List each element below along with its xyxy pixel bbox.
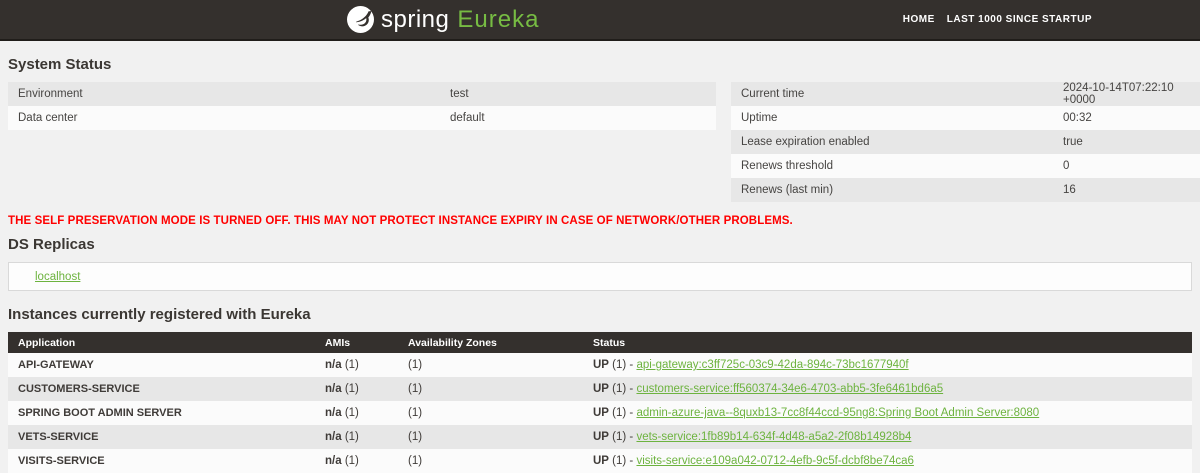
status-cell: UP (1) - api-gateway:c3ff725c-03c9-42da-… (593, 359, 909, 371)
table-row: Current time 2024-10-14T07:22:10 +0000 (731, 82, 1200, 106)
status-cell: UP (1) - visits-service:e109a042-0712-4e… (593, 455, 914, 467)
zones-cell: (1) (408, 383, 423, 395)
table-row: CUSTOMERS-SERVICE n/a (1) (1) UP (1) - c… (8, 377, 1192, 401)
amis-cell: n/a (1) (325, 455, 359, 467)
application-cell: API-GATEWAY (18, 359, 94, 371)
status-cell: UP (1) - vets-service:1fb89b14-634f-4d48… (593, 431, 912, 443)
table-row: VISITS-SERVICE n/a (1) (1) UP (1) - visi… (8, 449, 1192, 473)
row-label: Renews threshold (741, 160, 834, 172)
top-nav: HOME LAST 1000 SINCE STARTUP (903, 0, 1092, 39)
instance-link[interactable]: vets-service:1fb89b14-634f-4d48-a5a2-2f0… (636, 431, 911, 443)
table-row: SPRING BOOT ADMIN SERVER n/a (1) (1) UP … (8, 401, 1192, 425)
instance-link[interactable]: api-gateway:c3ff725c-03c9-42da-894c-73bc… (636, 359, 908, 371)
table-row: Environment test (8, 82, 716, 106)
row-label: Data center (18, 112, 78, 124)
ds-replicas-panel: localhost (8, 262, 1192, 291)
row-value: 2024-10-14T07:22:10 +0000 (1063, 82, 1174, 106)
brand: spring Eureka (347, 0, 539, 39)
zones-cell: (1) (408, 455, 423, 467)
amis-cell: n/a (1) (325, 359, 359, 371)
application-cell: SPRING BOOT ADMIN SERVER (18, 407, 182, 419)
zones-cell: (1) (408, 359, 423, 371)
row-label: Renews (last min) (741, 184, 834, 196)
table-row: Data center default (8, 106, 716, 130)
instance-link[interactable]: customers-service:ff560374-34e6-4703-abb… (636, 383, 943, 395)
table-row: API-GATEWAY n/a (1) (1) UP (1) - api-gat… (8, 353, 1192, 377)
table-row: Lease expiration enabled true (731, 130, 1200, 154)
row-value: true (1063, 136, 1083, 148)
brand-eureka-text: Eureka (457, 5, 540, 33)
row-value: test (450, 88, 469, 100)
application-cell: CUSTOMERS-SERVICE (18, 383, 140, 395)
zones-cell: (1) (408, 431, 423, 443)
environment-table: Environment test Data center default (8, 82, 716, 130)
nav-home-link[interactable]: HOME (903, 14, 935, 25)
status-cell: UP (1) - customers-service:ff560374-34e6… (593, 383, 944, 395)
instance-link[interactable]: visits-service:e109a042-0712-4efb-9c5f-d… (636, 455, 913, 467)
row-value: 16 (1063, 184, 1076, 196)
application-cell: VISITS-SERVICE (18, 455, 105, 467)
spring-logo-icon (347, 6, 374, 33)
system-status-section: Environment test Data center default Cur… (8, 82, 1200, 202)
status-cell: UP (1) - admin-azure-java--8quxb13-7cc8f… (593, 407, 1040, 419)
instance-link[interactable]: admin-azure-java--8quxb13-7cc8f44ccd-95n… (636, 407, 1039, 419)
col-header-application: Application (18, 336, 76, 349)
replica-link[interactable]: localhost (35, 271, 80, 283)
application-cell: VETS-SERVICE (18, 431, 99, 443)
ds-replicas-title: DS Replicas (8, 236, 95, 253)
brand-spring-text: spring (381, 5, 450, 33)
amis-cell: n/a (1) (325, 407, 359, 419)
row-value: 0 (1063, 160, 1070, 172)
table-row: Renews threshold 0 (731, 154, 1200, 178)
row-label: Lease expiration enabled (741, 136, 870, 148)
self-preservation-warning: THE SELF PRESERVATION MODE IS TURNED OFF… (8, 215, 793, 227)
top-banner: spring Eureka HOME LAST 1000 SINCE START… (0, 0, 1200, 41)
col-header-status: Status (593, 336, 626, 349)
row-value: default (450, 112, 485, 124)
instances-table: Application AMIs Availability Zones Stat… (8, 332, 1192, 473)
system-status-title: System Status (8, 56, 112, 73)
row-label: Environment (18, 88, 83, 100)
table-row: VETS-SERVICE n/a (1) (1) UP (1) - vets-s… (8, 425, 1192, 449)
col-header-availability-zones: Availability Zones (408, 336, 497, 349)
nav-last-1000-link[interactable]: LAST 1000 SINCE STARTUP (947, 14, 1092, 25)
runtime-table: Current time 2024-10-14T07:22:10 +0000 U… (731, 82, 1200, 202)
table-row: Renews (last min) 16 (731, 178, 1200, 202)
row-label: Current time (741, 88, 805, 100)
zones-cell: (1) (408, 407, 423, 419)
instances-table-header: Application AMIs Availability Zones Stat… (8, 332, 1192, 353)
table-row: Uptime 00:32 (731, 106, 1200, 130)
row-value: 00:32 (1063, 112, 1092, 124)
instances-title: Instances currently registered with Eure… (8, 306, 311, 323)
amis-cell: n/a (1) (325, 383, 359, 395)
amis-cell: n/a (1) (325, 431, 359, 443)
row-label: Uptime (741, 112, 778, 124)
col-header-amis: AMIs (325, 336, 351, 349)
